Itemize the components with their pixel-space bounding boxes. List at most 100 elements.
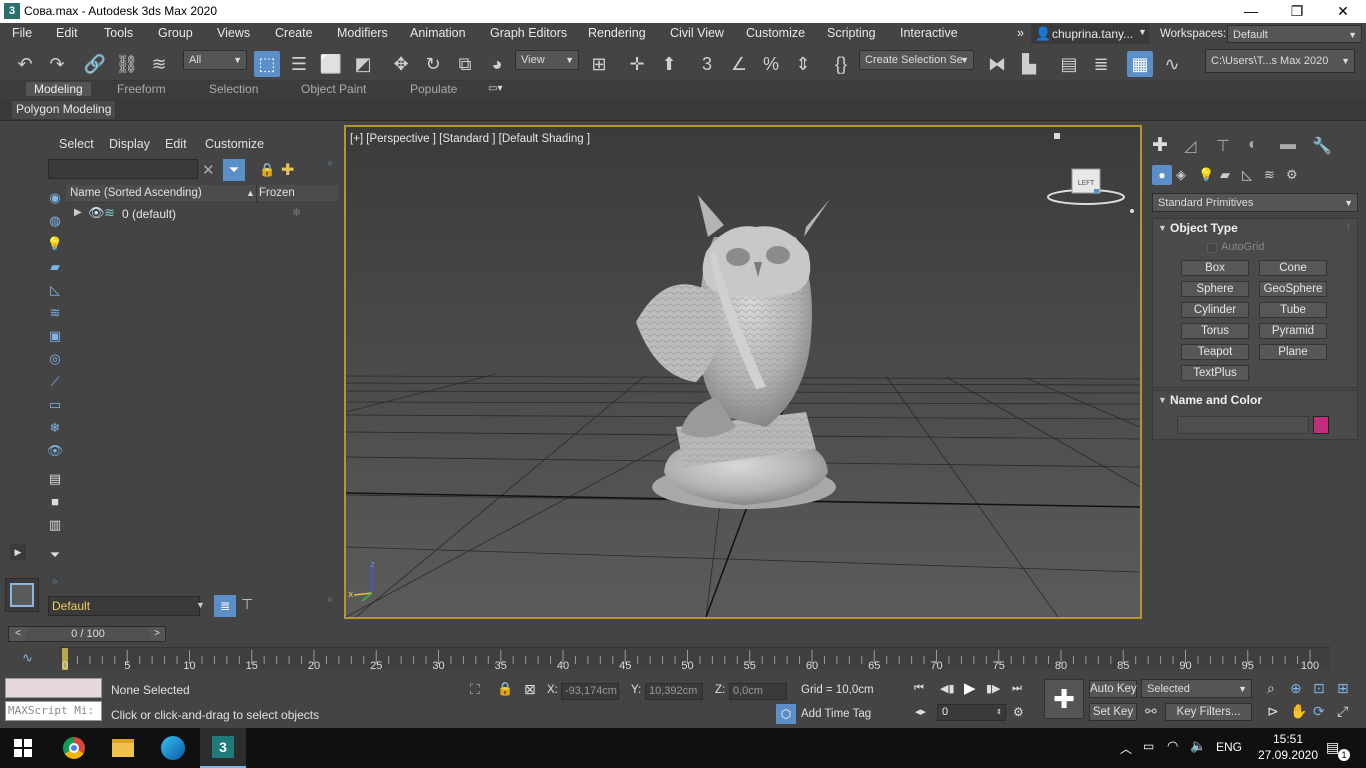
menu-create[interactable]: Create (275, 26, 313, 40)
invert-display-icon[interactable]: ▥ (46, 516, 64, 534)
menu-graph-editors[interactable]: Graph Editors (490, 26, 567, 40)
more-icon[interactable]: » (52, 576, 58, 587)
sort-by-hierarchy-icon[interactable]: ⊤ (241, 596, 253, 613)
eye-icon[interactable]: 👁 (88, 205, 105, 221)
redo-icon[interactable]: ↷ (44, 51, 70, 77)
pyramid-button[interactable]: Pyramid (1259, 323, 1327, 339)
geosphere-button[interactable]: GeoSphere (1259, 281, 1327, 297)
key-filters-button[interactable]: Key Filters... (1165, 703, 1252, 721)
window-crossing-icon[interactable]: ◩ (350, 51, 376, 77)
systems-icon[interactable]: ⚙ (1286, 167, 1298, 183)
autogrid-checkbox[interactable] (1207, 243, 1217, 253)
box-button[interactable]: Box (1181, 260, 1249, 276)
torus-button[interactable]: Torus (1181, 323, 1249, 339)
menu-views[interactable]: Views (217, 26, 250, 40)
display-filter-icon[interactable]: ⏷ (46, 546, 64, 564)
select-manipulate-icon[interactable]: ✛ (624, 51, 650, 77)
column-frozen-header[interactable]: Frozen (259, 187, 295, 199)
sphere-button[interactable]: Sphere (1181, 281, 1249, 297)
zoom-icon[interactable]: ⌕ (1267, 680, 1275, 697)
object-name-field[interactable] (1177, 416, 1309, 434)
auto-key-button[interactable]: Auto Key (1089, 680, 1137, 698)
keyboard-shortcut-icon[interactable]: ⬆ (656, 51, 682, 77)
plane-button[interactable]: Plane (1259, 344, 1327, 360)
workspace-select[interactable]: Default ▼ (1227, 25, 1362, 43)
display-helpers-icon[interactable]: ◺ (46, 281, 64, 299)
zoom-extents-all-icon[interactable]: ⊞ (1337, 680, 1349, 697)
viewport-canvas[interactable]: LEFT z x (346, 127, 1140, 617)
next-key-icon[interactable]: ▮▶ (986, 682, 1001, 695)
project-folder-select[interactable]: C:\Users\T...s Max 2020 ▼ (1205, 49, 1355, 73)
display-bones-icon[interactable]: ⟋ (46, 373, 64, 391)
minimize-button[interactable]: — (1228, 0, 1274, 23)
layer-dropdown[interactable]: Default (48, 596, 200, 616)
time-tag-icon[interactable]: ⬡ (776, 704, 796, 724)
x-coordinate-field[interactable]: -93,174cm (561, 683, 619, 700)
menu-overflow[interactable]: » (1017, 26, 1024, 40)
z-coordinate-field[interactable]: 0,0cm (729, 683, 787, 700)
curve-editor-mini-icon[interactable]: ∿ (22, 650, 33, 666)
table-row[interactable]: ▶ 👁 ≋ 0 (default) ❄ (66, 205, 338, 223)
taskbar-3dsmax-item[interactable]: 3 (200, 728, 246, 768)
se-menu-edit[interactable]: Edit (165, 137, 187, 151)
key-mode-toggle-icon[interactable]: ◂▸ (915, 705, 926, 718)
display-groups-icon[interactable]: ▣ (46, 327, 64, 345)
align-icon[interactable]: ▙ (1016, 51, 1042, 77)
viewport-layout-tab[interactable] (5, 578, 39, 612)
selection-lock-icon[interactable]: 🔒 (497, 681, 513, 697)
chrome-icon[interactable] (63, 737, 85, 759)
maximize-button[interactable]: ❐ (1274, 0, 1320, 23)
se-menu-customize[interactable]: Customize (205, 137, 264, 151)
pivot-center-icon[interactable]: ⊞ (586, 51, 612, 77)
lock-icon[interactable]: 🔒 (259, 162, 275, 178)
hierarchy-tab-icon[interactable]: ⊤ (1216, 136, 1230, 156)
scene-explorer-toggle-icon[interactable]: ▤ (1056, 51, 1082, 77)
menu-rendering[interactable]: Rendering (588, 26, 646, 40)
tab-populate[interactable]: Populate (410, 82, 457, 96)
select-object-icon[interactable]: ⬚ (254, 51, 280, 77)
tab-freeform[interactable]: Freeform (117, 82, 166, 96)
expand-arrow-icon[interactable]: ▶ (74, 207, 82, 218)
language-indicator[interactable]: ENG (1216, 740, 1242, 754)
pan-view-icon[interactable]: ✋ (1290, 703, 1307, 720)
filter-icon[interactable]: ⏷ (223, 159, 245, 181)
geometry-icon[interactable]: ● (1152, 165, 1172, 185)
shapes-icon[interactable]: ◈ (1176, 167, 1186, 183)
add-time-tag[interactable]: Add Time Tag (801, 708, 871, 720)
edit-named-selection-icon[interactable]: {} (828, 51, 854, 77)
menu-modifiers[interactable]: Modifiers (337, 26, 388, 40)
menu-civil-view[interactable]: Civil View (670, 26, 724, 40)
time-slider[interactable]: < 0 / 100 > (8, 626, 166, 642)
close-button[interactable]: ✕ (1320, 0, 1366, 23)
frame-counter[interactable]: 0 / 100 (27, 627, 149, 641)
place-icon[interactable]: ◕ (484, 51, 510, 77)
time-configuration-icon[interactable]: ⚙ (1013, 705, 1024, 719)
goto-start-icon[interactable]: ⏮ (914, 682, 924, 695)
color-swatch[interactable] (1313, 416, 1329, 434)
field-of-view-icon[interactable]: ⊳ (1267, 703, 1279, 720)
layer-name[interactable]: 0 (default) (122, 207, 176, 221)
tube-button[interactable]: Tube (1259, 302, 1327, 318)
teapot-button[interactable]: Teapot (1181, 344, 1249, 360)
textplus-button[interactable]: TextPlus (1181, 365, 1249, 381)
select-by-name-icon[interactable]: ☰ (286, 51, 312, 77)
motion-tab-icon[interactable]: ◐ (1248, 136, 1258, 154)
rectangular-selection-icon[interactable]: ⬜ (318, 51, 344, 77)
snaps-toggle-icon[interactable]: 3 (694, 51, 720, 77)
ribbon-options-icon[interactable]: ▭▾ (488, 83, 512, 96)
percent-snap-icon[interactable]: % (758, 51, 784, 77)
helpers-icon[interactable]: ◺ (1242, 167, 1252, 183)
edge-icon[interactable] (161, 736, 185, 760)
menu-tools[interactable]: Tools (104, 26, 133, 40)
absolute-mode-icon[interactable]: ⊠ (524, 681, 536, 698)
tab-selection[interactable]: Selection (209, 82, 258, 96)
current-frame-spinner[interactable]: 0 ⇕ (937, 704, 1006, 721)
selection-filter-select[interactable]: All ▼ (183, 50, 247, 70)
mirror-icon[interactable]: ⧓ (984, 51, 1010, 77)
add-layer-icon[interactable]: ✚ (281, 160, 294, 180)
utilities-tab-icon[interactable]: 🔧 (1312, 136, 1332, 156)
display-none-toggle-icon[interactable]: ■ (46, 493, 64, 511)
key-mode-select[interactable]: Selected ▼ (1141, 679, 1252, 698)
cylinder-button[interactable]: Cylinder (1181, 302, 1249, 318)
spinner-snap-icon[interactable]: ⇕ (790, 51, 816, 77)
